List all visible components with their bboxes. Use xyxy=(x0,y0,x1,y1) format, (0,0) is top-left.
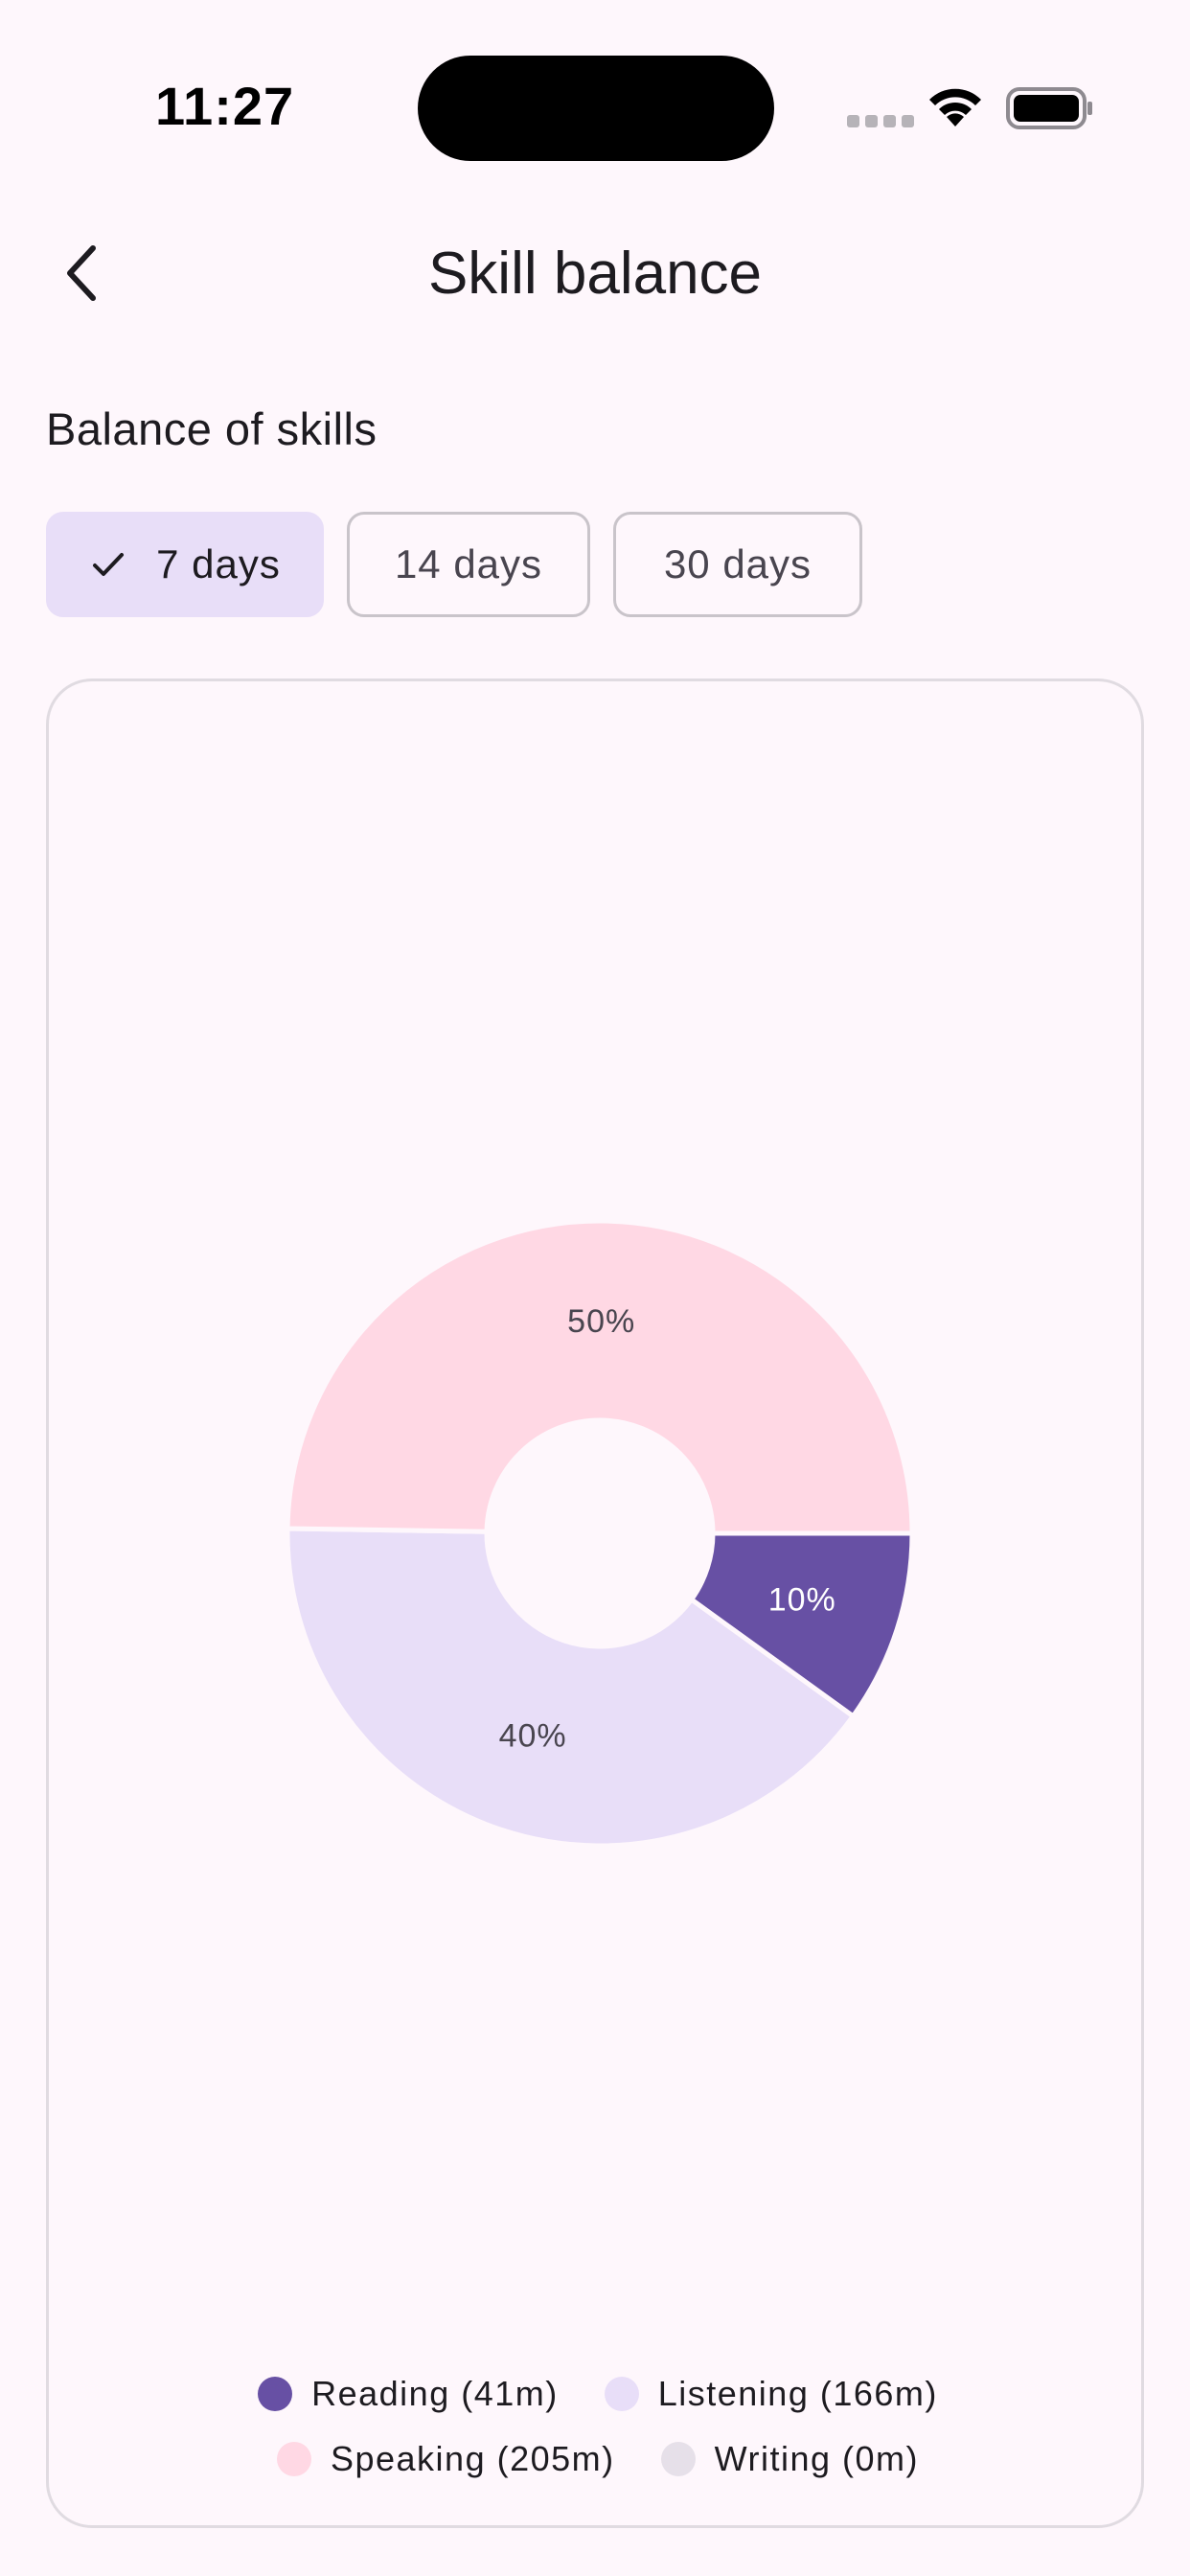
legend-label: Listening (166m) xyxy=(657,2374,938,2413)
legend-item-speaking: Speaking (205m) xyxy=(276,2439,615,2479)
slice-label-listening: 40% xyxy=(499,1718,567,1755)
battery-icon xyxy=(1006,87,1092,129)
cellular-signal-icon xyxy=(847,115,914,127)
legend-dot-speaking xyxy=(276,2442,311,2476)
legend-dot-reading xyxy=(258,2377,293,2411)
check-icon xyxy=(93,553,125,576)
donut-chart: 10% 40% 50% xyxy=(285,1218,915,1849)
legend-item-reading: Reading (41m) xyxy=(258,2374,559,2414)
chart-legend: Reading (41m) Listening (166m) Speaking … xyxy=(49,2374,1147,2504)
wifi-icon xyxy=(929,88,981,126)
legend-label: Reading (41m) xyxy=(311,2374,559,2413)
dynamic-island xyxy=(418,56,774,161)
period-filter-chips: 7 days 14 days 30 days xyxy=(46,512,862,617)
donut-slice-speaking xyxy=(285,1218,915,1536)
status-bar: 11:27 xyxy=(0,0,1190,192)
chart-card: 10% 40% 50% Reading (41m) Listening (166m)… xyxy=(46,678,1144,2528)
chip-7-days[interactable]: 7 days xyxy=(46,512,324,617)
chip-14-days[interactable]: 14 days xyxy=(347,512,590,617)
app-bar: Skill balance xyxy=(0,211,1190,335)
slice-label-speaking: 50% xyxy=(567,1303,635,1340)
status-time: 11:27 xyxy=(155,76,295,136)
page-title: Skill balance xyxy=(427,241,763,307)
legend-label: Speaking (205m) xyxy=(330,2439,615,2478)
slice-label-reading: 10% xyxy=(768,1581,836,1618)
chip-label: 30 days xyxy=(663,541,812,586)
legend-dot-writing xyxy=(660,2442,696,2476)
chip-label: 7 days xyxy=(156,541,281,586)
legend-item-writing: Writing (0m) xyxy=(660,2439,919,2479)
chip-30-days[interactable]: 30 days xyxy=(613,512,862,617)
section-title: Balance of skills xyxy=(46,403,378,454)
legend-item-listening: Listening (166m) xyxy=(604,2374,938,2414)
chip-label: 14 days xyxy=(394,541,543,586)
legend-dot-listening xyxy=(604,2377,639,2411)
legend-label: Writing (0m) xyxy=(714,2439,919,2478)
